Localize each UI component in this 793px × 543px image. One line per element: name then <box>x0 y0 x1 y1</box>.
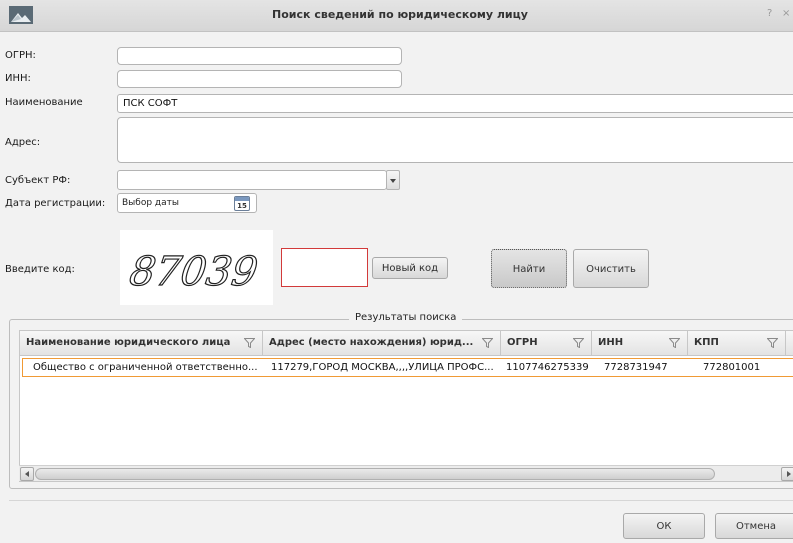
filter-icon[interactable] <box>482 338 493 348</box>
column-header-label: Наименование юридического лица <box>26 337 231 348</box>
column-header-label: КПП <box>694 337 719 348</box>
subject-label: Субъект РФ: <box>5 175 71 186</box>
scroll-right-button[interactable] <box>781 467 793 481</box>
column-header-name[interactable]: Наименование юридического лица <box>20 331 263 355</box>
scroll-left-button[interactable] <box>20 467 34 481</box>
cancel-button[interactable]: Отмена <box>715 513 793 539</box>
ogrn-input[interactable] <box>117 47 402 65</box>
reg-date-picker[interactable]: Выбор даты 15 <box>117 193 257 213</box>
address-textarea[interactable] <box>117 117 793 163</box>
filter-icon[interactable] <box>669 338 680 348</box>
calendar-icon[interactable]: 15 <box>234 196 250 211</box>
captcha-code-input[interactable] <box>281 248 368 287</box>
close-button[interactable]: × <box>782 8 790 19</box>
grid-header: Наименование юридического лица Адрес (ме… <box>20 331 793 356</box>
filter-icon[interactable] <box>767 338 778 348</box>
cell-address: 117279,ГОРОД МОСКВА,,,,УЛИЦА ПРОФС... <box>271 362 494 373</box>
chevron-down-icon <box>390 179 396 183</box>
cell-kpp: 772801001 <box>703 362 761 373</box>
column-header-kpp[interactable]: КПП <box>688 331 786 355</box>
results-grid: Наименование юридического лица Адрес (ме… <box>19 330 793 482</box>
reg-date-placeholder: Выбор даты <box>122 198 179 208</box>
reg-date-label: Дата регистрации: <box>5 198 106 209</box>
title-bar: Поиск сведений по юридическому лицу ? × <box>0 0 793 32</box>
scrollbar-thumb[interactable] <box>35 468 715 480</box>
footer-divider <box>9 500 793 501</box>
captcha-image: 87039 <box>120 230 273 305</box>
clear-button[interactable]: Очистить <box>573 249 649 288</box>
column-header-inn[interactable]: ИНН <box>592 331 688 355</box>
captcha-label: Введите код: <box>5 264 75 275</box>
ogrn-label: ОГРН: <box>5 50 36 61</box>
help-button[interactable]: ? <box>767 8 772 19</box>
captcha-text: 87039 <box>127 249 261 295</box>
cell-inn: 7728731947 <box>604 362 668 373</box>
name-label: Наименование <box>5 97 83 108</box>
arrow-right-icon <box>787 471 791 477</box>
arrow-left-icon <box>25 471 29 477</box>
cell-name: Общество с ограниченной ответственно... <box>33 362 258 373</box>
calendar-day: 15 <box>237 202 247 210</box>
inn-label: ИНН: <box>5 73 31 84</box>
column-header-address[interactable]: Адрес (место нахождения) юрид... <box>263 331 501 355</box>
address-label: Адрес: <box>5 137 41 148</box>
filter-icon[interactable] <box>573 338 584 348</box>
new-code-button[interactable]: Новый код <box>372 257 448 279</box>
subject-dropdown-button[interactable] <box>386 170 400 190</box>
column-header-label: ОГРН <box>507 337 538 348</box>
filter-icon[interactable] <box>244 338 255 348</box>
find-button[interactable]: Найти <box>491 249 567 288</box>
horizontal-scrollbar[interactable] <box>19 465 793 481</box>
name-input[interactable] <box>117 94 793 113</box>
column-header-ogrn[interactable]: ОГРН <box>501 331 592 355</box>
cell-ogrn: 1107746275339 <box>506 362 589 373</box>
column-header-label: Адрес (место нахождения) юрид... <box>269 337 474 348</box>
subject-select[interactable] <box>117 170 387 190</box>
inn-input[interactable] <box>117 70 402 88</box>
table-row[interactable]: Общество с ограниченной ответственно... … <box>22 358 793 377</box>
mountain-landscape-icon <box>9 6 33 24</box>
column-header-label: ИНН <box>598 337 624 348</box>
results-group-title: Результаты поиска <box>349 312 463 323</box>
window-title: Поиск сведений по юридическому лицу <box>272 8 528 21</box>
ok-button[interactable]: ОК <box>623 513 705 539</box>
